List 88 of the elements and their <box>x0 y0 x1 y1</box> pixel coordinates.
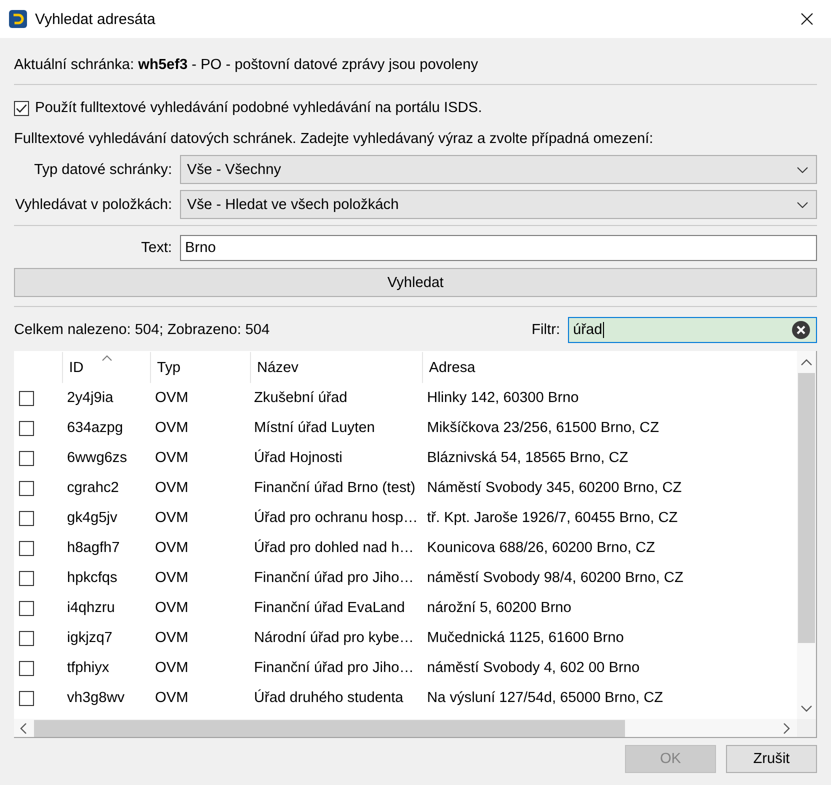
table-cell: h8agfh7 <box>67 540 120 556</box>
table-cell: igkjzq7 <box>67 630 112 646</box>
app-logo-icon <box>9 10 27 28</box>
table-cell: Zkušební úřad <box>254 390 348 406</box>
check-icon <box>16 104 27 112</box>
table-cell: Úřad druhého studenta <box>254 690 404 706</box>
cancel-button[interactable]: Zrušit <box>726 745 817 773</box>
checkbox[interactable] <box>19 540 34 556</box>
column-header[interactable]: ID <box>62 352 150 383</box>
chevron-left-icon[interactable] <box>20 722 27 734</box>
scrollbar-thumb[interactable] <box>34 720 625 736</box>
checkbox[interactable] <box>19 420 34 436</box>
instructions-text: Fulltextové vyhledávání datových schránek. Zadejte vyhledávaný výraz a zvolte případná omezení: <box>14 130 654 148</box>
checkbox[interactable] <box>19 660 34 676</box>
table-cell: 6wwg6zs <box>67 450 128 466</box>
dropdown[interactable]: Vše - Všechny <box>180 155 817 184</box>
table-cell: tfphiyx <box>67 660 110 676</box>
table-cell: Hlinky 142, 60300 Brno <box>427 390 579 406</box>
table-cell: Bláznivská 54, 18565 Brno, CZ <box>427 450 628 466</box>
table-cell: OVM <box>155 450 188 466</box>
table-cell: Úřad Hojnosti <box>254 450 342 466</box>
table-cell: Finanční úřad EvaLand <box>254 600 405 616</box>
dropdown[interactable]: Vše - Hledat ve všech položkách <box>180 190 817 219</box>
sort-caret-icon <box>102 355 112 361</box>
table-cell: OVM <box>155 390 188 406</box>
filter-label: Filtr: <box>532 322 560 338</box>
table-cell: Finanční úřad Brno (test) <box>254 480 416 496</box>
checkbox[interactable] <box>19 570 34 586</box>
table-cell: Místní úřad Luyten <box>254 420 375 436</box>
table-cell: Finanční úřad pro Jiho… <box>254 570 414 586</box>
search-button[interactable]: Vyhledat <box>14 268 817 297</box>
table-cell: Mikšíčkova 23/256, 61500 Brno, CZ <box>427 420 659 436</box>
table-cell: Kounicova 688/26, 60200 Brno, CZ <box>427 540 655 556</box>
chevron-down-icon <box>797 202 808 208</box>
filter-field[interactable]: úřad <box>568 317 817 343</box>
checkbox[interactable] <box>19 390 34 406</box>
field-label: Vyhledávat v položkách: <box>15 196 172 212</box>
checkbox[interactable] <box>19 630 34 646</box>
chevron-right-icon[interactable] <box>783 722 790 734</box>
checkbox[interactable] <box>19 480 34 496</box>
checkbox[interactable] <box>19 600 34 616</box>
table-cell: OVM <box>155 420 188 436</box>
checkbox[interactable] <box>19 690 34 706</box>
checkbox[interactable] <box>19 510 34 526</box>
table-cell: OVM <box>155 630 188 646</box>
table-cell: OVM <box>155 660 188 676</box>
text-cursor <box>603 322 604 338</box>
table-cell: cgrahc2 <box>67 480 119 496</box>
table-cell: gk4g5jv <box>67 510 118 526</box>
table-cell: hpkcfqs <box>67 570 118 586</box>
table-cell: OVM <box>155 600 188 616</box>
table-cell: náměstí Svobody 98/4, 60200 Brno, CZ <box>427 570 684 586</box>
result-count-text: Celkem nalezeno: 504; Zobrazeno: 504 <box>14 322 271 338</box>
table-cell: nárožní 5, 60200 Brno <box>427 600 572 616</box>
table-cell: OVM <box>155 570 188 586</box>
column-header[interactable]: Název <box>250 352 422 383</box>
table-cell: i4qhzru <box>67 600 115 616</box>
text-field[interactable]: Brno <box>180 235 817 261</box>
table-cell: Úřad pro dohled nad h… <box>254 540 414 556</box>
field-label: Text: <box>141 240 172 256</box>
table-cell: Úřad pro ochranu hosp… <box>254 510 418 526</box>
table-cell: OVM <box>155 540 188 556</box>
table-cell: OVM <box>155 510 188 526</box>
field-label: Typ datové schránky: <box>34 162 172 178</box>
clear-icon[interactable] <box>792 321 810 339</box>
table-cell: Mučednická 1125, 61600 Brno <box>427 630 624 646</box>
table-cell: OVM <box>155 480 188 496</box>
chevron-down-icon <box>797 166 808 172</box>
table-cell: náměstí Svobody 4, 602 00 Brno <box>427 660 640 676</box>
table-cell: Náměstí Svobody 345, 60200 Brno, CZ <box>427 480 682 496</box>
current-mailbox-text: Aktuální schránka: wh5ef3 - PO - poštovní datové zprávy jsou povoleny <box>14 56 480 74</box>
table-cell: Finanční úřad pro Jiho… <box>254 660 414 676</box>
window-title: Vyhledat adresáta <box>35 10 156 28</box>
table-cell: OVM <box>155 690 188 706</box>
table-cell: 634azpg <box>67 420 123 436</box>
table-cell: Na výsluní 127/54d, 65000 Brno, CZ <box>427 690 664 706</box>
column-header[interactable]: Typ <box>150 352 250 383</box>
checkbox-label[interactable]: Použít fulltextové vyhledávání podobné vyhledávání na portálu ISDS. <box>35 100 482 116</box>
chevron-down-icon[interactable] <box>801 705 812 712</box>
table-cell: tř. Kpt. Jaroše 1926/7, 60455 Brno, CZ <box>427 510 678 526</box>
table-cell: Národní úřad pro kybe… <box>254 630 414 646</box>
chevron-up-icon[interactable] <box>801 359 812 366</box>
close-icon[interactable] <box>801 13 813 25</box>
table-cell: vh3g8wv <box>67 690 125 706</box>
checkbox[interactable] <box>19 450 34 466</box>
scrollbar-thumb[interactable] <box>798 373 815 643</box>
checkbox[interactable] <box>14 100 29 116</box>
table-cell: 2y4j9ia <box>67 390 114 406</box>
